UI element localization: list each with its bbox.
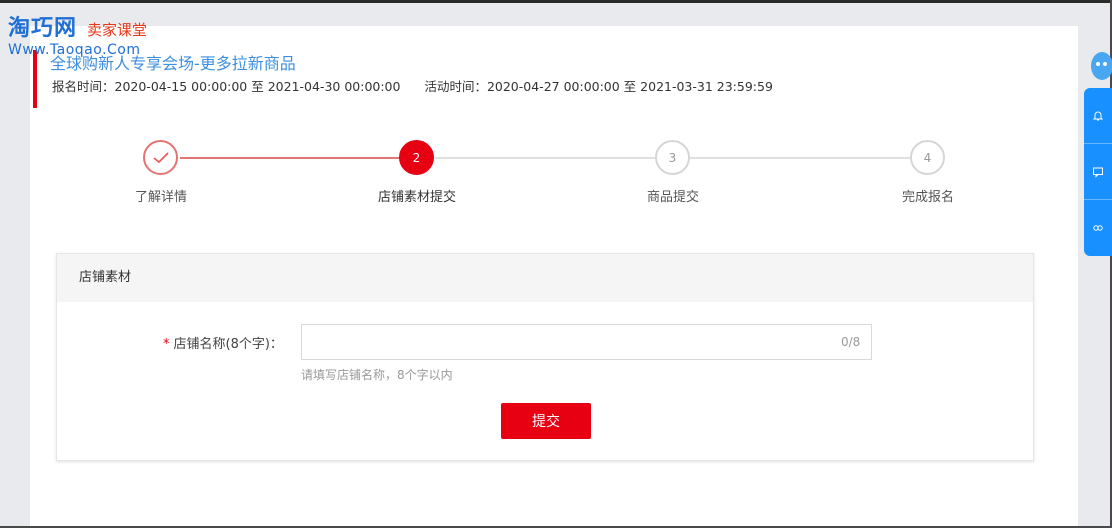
step-4-label: 完成报名 [901, 190, 955, 205]
watermark: 淘巧网 卖家课堂 Www.Taoqao.Com [8, 10, 147, 58]
progress-steps: 2 3 4 了解详情 店铺素材提交 商品提交 完成报名 [0, 140, 1112, 210]
submit-button[interactable]: 提交 [501, 403, 591, 439]
shop-name-label-text: 店铺名称(8个字)： [173, 337, 283, 352]
mascot-icon [1091, 52, 1112, 80]
window-top-border [0, 0, 1112, 3]
chat-icon[interactable] [1084, 144, 1112, 200]
check-icon [153, 151, 169, 163]
step-4-circle: 4 [910, 140, 945, 175]
watermark-brand: 淘巧网 [8, 16, 78, 41]
shop-name-input[interactable] [301, 324, 872, 360]
step-connector-1 [180, 157, 400, 159]
step-3-label: 商品提交 [646, 190, 700, 205]
step-2-label: 店铺素材提交 [377, 190, 457, 205]
char-counter: 0/8 [841, 335, 861, 349]
activity-times: 报名时间：2020-04-15 00:00:00 至 2021-04-30 00… [52, 76, 773, 95]
required-mark: * [163, 337, 170, 352]
side-toolbar [1084, 88, 1112, 256]
step-3-circle: 3 [655, 140, 690, 175]
title-accent-bar [33, 50, 37, 108]
watermark-logo: 淘巧网 卖家课堂 [8, 10, 147, 42]
watermark-class: 卖家课堂 [87, 21, 148, 39]
field-hint: 请填写店铺名称，8个字以内 [301, 368, 453, 382]
bell-icon[interactable] [1084, 88, 1112, 144]
panel-header: 店铺素材 [57, 254, 1033, 302]
activity-time: 活动时间：2020-04-27 00:00:00 至 2021-03-31 23… [424, 79, 773, 94]
link-glyph [1093, 225, 1103, 231]
signup-time: 报名时间：2020-04-15 00:00:00 至 2021-04-30 00… [52, 79, 401, 94]
step-connector-3 [690, 157, 912, 159]
step-1-label: 了解详情 [134, 190, 188, 205]
step-1-check-icon [143, 140, 178, 175]
chat-glyph [1093, 167, 1103, 178]
shop-name-label: * 店铺名称(8个字)： [163, 333, 283, 352]
step-connector-2 [435, 157, 657, 159]
link-icon[interactable] [1084, 200, 1112, 256]
shop-material-panel: 店铺素材 * 店铺名称(8个字)： 0/8 请填写店铺名称，8个字以内 提交 [56, 253, 1034, 461]
bell-glyph [1092, 111, 1104, 120]
step-2-circle: 2 [399, 140, 434, 175]
watermark-url: Www.Taoqao.Com [8, 42, 141, 58]
